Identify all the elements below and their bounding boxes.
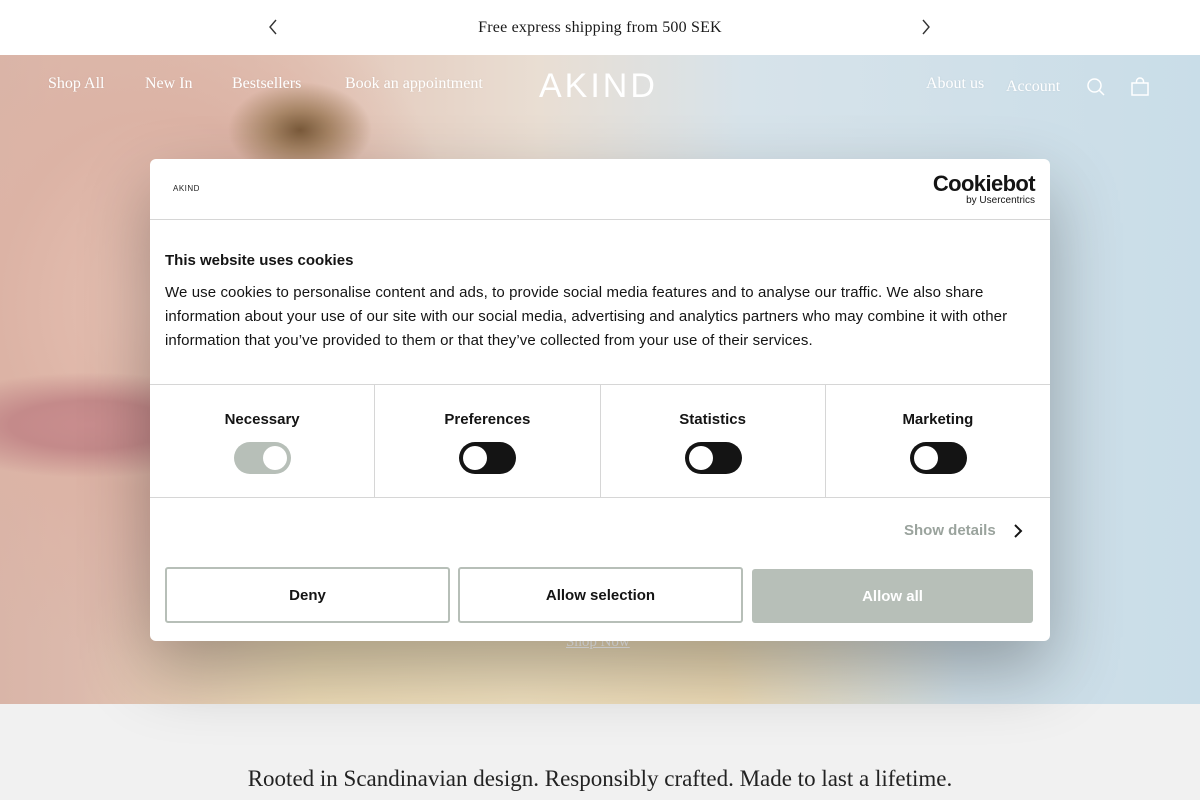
statistics-toggle[interactable] — [684, 442, 742, 474]
chevron-right-icon[interactable] — [1012, 523, 1024, 539]
show-details-link[interactable]: Show details — [904, 522, 996, 539]
brand-tagline: Rooted in Scandinavian design. Responsib… — [247, 766, 953, 791]
preferences-toggle[interactable] — [459, 442, 517, 474]
nav-shop-all[interactable]: Shop All — [48, 75, 104, 93]
consent-label: Marketing — [902, 411, 974, 428]
nav-about-us[interactable]: About us — [926, 75, 984, 93]
cart-button[interactable] — [1130, 77, 1152, 99]
announcement-text: Free express shipping from 500 SEK — [478, 18, 722, 36]
consent-label: Preferences — [444, 411, 531, 428]
search-icon — [1087, 78, 1105, 96]
toggle-knob — [913, 446, 938, 470]
dialog-body-text: We use cookies to personalise content an… — [165, 284, 1008, 349]
consent-label: Statistics — [679, 411, 746, 428]
consent-statistics: Statistics — [601, 385, 826, 497]
nav-new-in[interactable]: New In — [145, 75, 193, 93]
consent-label: Necessary — [224, 411, 300, 428]
cookiebot-subtitle: by Usercentrics — [966, 195, 1035, 206]
necessary-toggle — [234, 442, 292, 474]
nav-book-appointment[interactable]: Book an appointment — [345, 75, 483, 93]
site-logo[interactable]: AKIND — [539, 67, 658, 106]
consent-necessary: Necessary — [150, 385, 376, 497]
announcement-bar: Free express shipping from 500 SEK — [0, 0, 1200, 55]
shopping-bag-icon — [1131, 77, 1149, 96]
cookiebot-name: Cookiebot — [932, 171, 1036, 196]
toggle-knob — [688, 446, 713, 470]
allow-all-button[interactable]: Allow all — [752, 569, 1033, 623]
dialog-brand-logo: AKIND — [173, 184, 200, 193]
dialog-title: This website uses cookies — [165, 252, 354, 269]
deny-button[interactable]: Deny — [165, 567, 450, 623]
allow-selection-button[interactable]: Allow selection — [458, 567, 743, 623]
cookiebot-logo[interactable]: Cookiebot by Usercentrics — [932, 171, 1036, 207]
nav-account[interactable]: Account — [1006, 78, 1060, 96]
announcement-prev-button[interactable] — [260, 14, 286, 40]
marketing-toggle[interactable] — [909, 442, 967, 474]
toggle-knob — [463, 446, 488, 470]
chevron-right-icon — [922, 19, 930, 35]
consent-preferences: Preferences — [375, 385, 601, 497]
chevron-left-icon — [269, 19, 277, 35]
toggle-knob — [263, 446, 288, 470]
announcement-next-button[interactable] — [913, 14, 939, 40]
cookie-consent-dialog: AKIND Cookiebot by Usercentrics This web… — [150, 159, 1050, 641]
dialog-header: AKIND Cookiebot by Usercentrics — [150, 159, 1050, 220]
consent-categories: Necessary Preferences Statistics Marketi… — [150, 384, 1050, 498]
consent-marketing: Marketing — [826, 385, 1050, 497]
nav-bestsellers[interactable]: Bestsellers — [232, 75, 301, 93]
search-button[interactable] — [1086, 77, 1108, 99]
